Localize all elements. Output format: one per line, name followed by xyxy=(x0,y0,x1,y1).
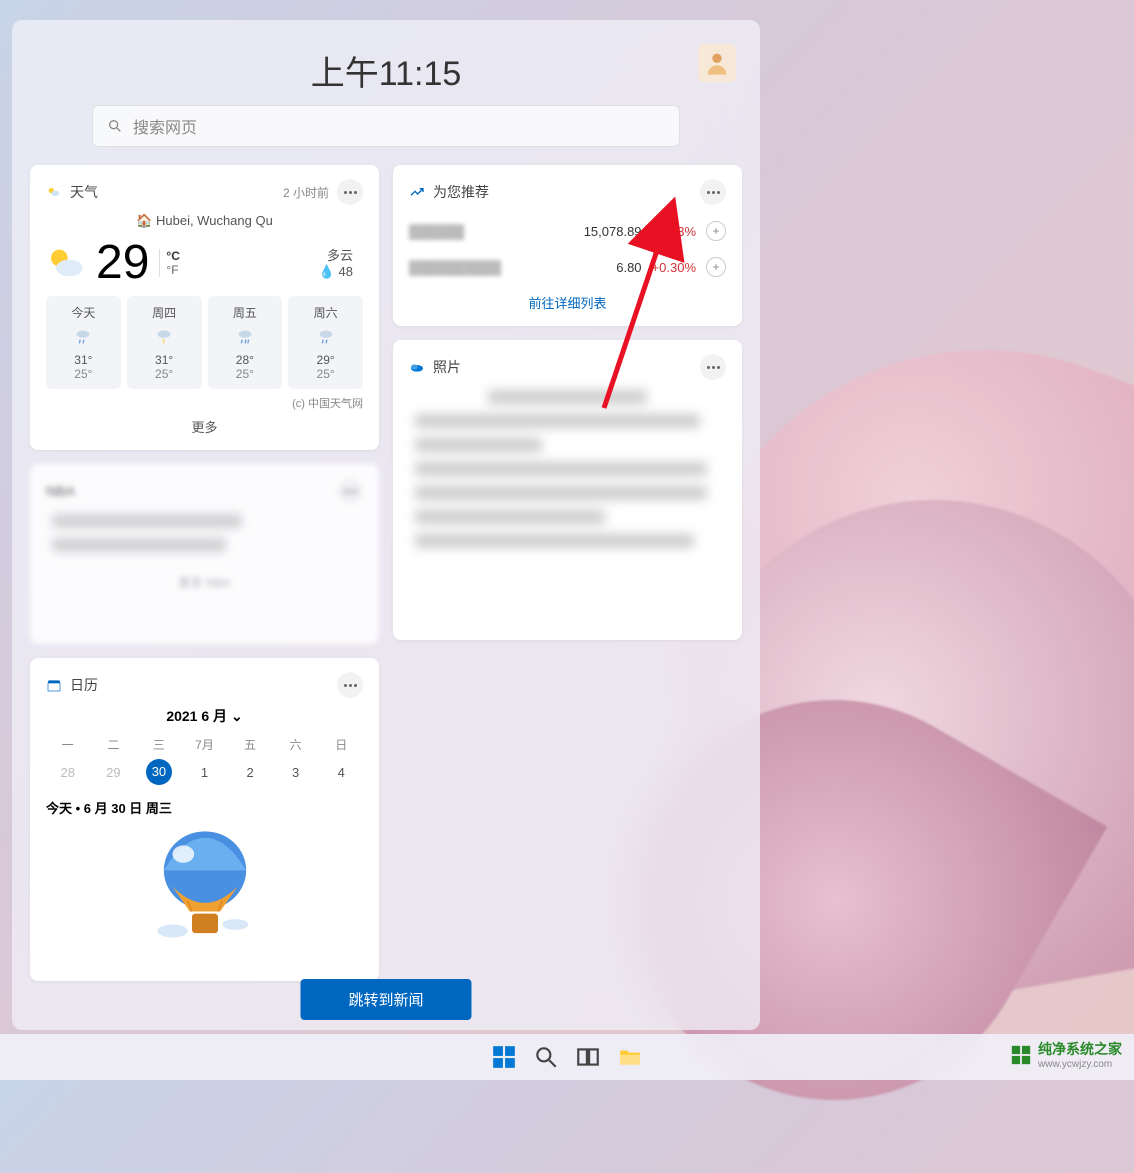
partly-cloudy-icon xyxy=(46,243,86,283)
weather-card[interactable]: 天气 2 小时前 🏠 Hubei, Wuchang Qu 29 °C °F 多云 xyxy=(30,165,379,450)
onedrive-icon xyxy=(409,359,425,375)
forecast-day[interactable]: 周四 31°25° xyxy=(127,296,202,389)
photos-card[interactable]: 照片 xyxy=(393,340,742,640)
stocks-more-button[interactable] xyxy=(700,179,726,205)
photos-title: 照片 xyxy=(433,357,461,377)
search-placeholder: 搜索网页 xyxy=(133,114,197,138)
weather-location: 🏠 Hubei, Wuchang Qu xyxy=(46,213,363,229)
weather-more-link[interactable]: 更多 xyxy=(46,417,363,436)
calendar-icon xyxy=(46,677,62,693)
photos-more-button[interactable] xyxy=(700,354,726,380)
windows-logo-icon xyxy=(1010,1044,1032,1066)
weather-icon xyxy=(46,184,62,200)
stock-row[interactable]: ██████████ 6.80 +0.30% + xyxy=(409,249,726,285)
user-avatar[interactable] xyxy=(698,44,736,82)
add-stock-button[interactable]: + xyxy=(706,257,726,277)
calendar-day[interactable]: 29 xyxy=(92,759,136,786)
temp-unit-toggle[interactable]: °C °F xyxy=(159,249,179,277)
jump-to-news-button[interactable]: 跳转到新闻 xyxy=(300,979,471,1020)
rain-icon xyxy=(234,325,256,347)
calendar-grid: 一二三7月五六日 28 29 30 1 2 3 4 xyxy=(46,732,363,786)
weather-updated: 2 小时前 xyxy=(283,184,329,201)
weather-attribution: (c) 中国天气网 xyxy=(46,395,363,411)
search-icon xyxy=(107,118,123,134)
calendar-month-picker[interactable]: 2021 6 月 ⌄ xyxy=(46,706,363,726)
start-button[interactable] xyxy=(491,1044,517,1070)
task-view-button[interactable] xyxy=(575,1044,601,1070)
search-input[interactable]: 搜索网页 xyxy=(92,105,680,147)
avatar-icon xyxy=(703,49,731,77)
storm-icon xyxy=(153,325,175,347)
calendar-day[interactable]: 2 xyxy=(228,759,272,786)
calendar-more-button[interactable] xyxy=(337,672,363,698)
balloon-illustration xyxy=(46,827,363,957)
file-explorer-button[interactable] xyxy=(617,1044,643,1070)
rain-icon xyxy=(72,325,94,347)
calendar-day[interactable]: 1 xyxy=(183,759,227,786)
trending-icon xyxy=(409,184,425,200)
calendar-day[interactable]: 28 xyxy=(46,759,90,786)
sports-card[interactable]: NBA 更多 NBA xyxy=(30,464,379,644)
forecast-day[interactable]: 周五 28°25° xyxy=(208,296,283,389)
add-stock-button[interactable]: + xyxy=(706,221,726,241)
clock-time: 上午11:15 xyxy=(311,55,462,93)
watermark: 纯净系统之家 www.ycwjzy.com xyxy=(1010,1039,1122,1070)
taskbar-search-button[interactable] xyxy=(533,1044,559,1070)
weather-humidity: 💧 48 xyxy=(319,264,353,280)
calendar-day[interactable]: 4 xyxy=(319,759,363,786)
calendar-card[interactable]: 日历 2021 6 月 ⌄ 一二三7月五六日 28 29 30 1 2 3 4 … xyxy=(30,658,379,981)
forecast-day[interactable]: 今天 31°25° xyxy=(46,296,121,389)
stocks-detail-link[interactable]: 前往详细列表 xyxy=(409,293,726,312)
sports-more-button[interactable] xyxy=(337,478,363,504)
sports-title: NBA xyxy=(46,483,75,499)
stocks-card[interactable]: 为您推荐 ██████ 15,078.89 +0.53% + █████████… xyxy=(393,165,742,326)
stock-row[interactable]: ██████ 15,078.89 +0.53% + xyxy=(409,213,726,249)
weather-condition: 多云 xyxy=(319,245,353,264)
taskbar: 纯净系统之家 www.ycwjzy.com xyxy=(0,1034,1134,1080)
stocks-title: 为您推荐 xyxy=(433,182,489,202)
chevron-down-icon: ⌄ xyxy=(231,708,243,724)
rain-icon xyxy=(315,325,337,347)
weather-more-button[interactable] xyxy=(337,179,363,205)
current-temp: 29 xyxy=(96,235,149,290)
calendar-title: 日历 xyxy=(70,675,98,695)
forecast-day[interactable]: 周六 29°25° xyxy=(288,296,363,389)
forecast-row: 今天 31°25° 周四 31°25° 周五 28°25° xyxy=(46,296,363,389)
calendar-day[interactable]: 3 xyxy=(274,759,318,786)
weather-title: 天气 xyxy=(70,182,98,202)
widgets-panel: 上午11:15 搜索网页 天气 2 小时前 🏠 Hubei, Wuchang Q… xyxy=(12,20,760,1030)
calendar-day-today[interactable]: 30 xyxy=(146,759,172,785)
calendar-today-label: 今天 • 6 月 30 日 周三 xyxy=(46,798,363,817)
